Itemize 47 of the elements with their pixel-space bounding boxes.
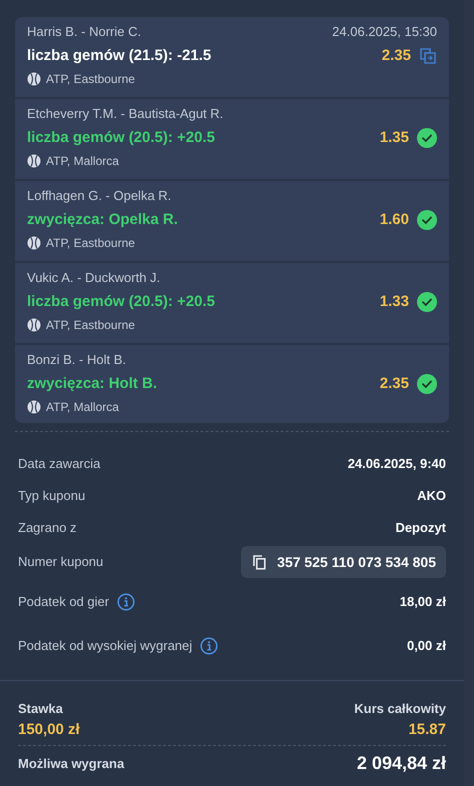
detail-label: Typ kuponu [18, 487, 86, 506]
match-name: Harris B. - Norrie C. [27, 24, 142, 40]
detail-value: 24.06.2025, 9:40 [348, 455, 446, 474]
detail-label: Podatek od wysokiej wygranej [18, 637, 192, 656]
bet-odds: 1.60 [380, 210, 409, 230]
bet-selection: liczba gemów (20.5): +20.5 [27, 292, 215, 312]
match-name: Loffhagen G. - Opelka R. [27, 188, 172, 204]
tennis-ball-icon [27, 72, 41, 86]
total-odds-label: Kurs całkowity [354, 700, 446, 718]
detail-value: 18,00 zł [400, 593, 446, 612]
bet-selection: zwycięzca: Holt B. [27, 374, 158, 394]
detail-label: Zagrano z [18, 519, 77, 538]
bet-odds: 2.35 [382, 46, 411, 66]
total-odds-value: 15.87 [408, 720, 446, 740]
possible-win-value: 2 094,84 zł [356, 752, 446, 775]
detail-value: Depozyt [395, 519, 446, 538]
match-name: Etcheverry T.M. - Bautista-Agut R. [27, 106, 224, 122]
copy-icon [251, 554, 268, 570]
possible-win-label: Możliwa wygrana [18, 754, 124, 773]
detail-label: Numer kuponu [18, 553, 104, 572]
bet-odds: 1.33 [380, 292, 409, 312]
league-name: ATP, Eastbourne [46, 71, 135, 87]
bet-selection: zwycięzca: Opelka R. [27, 210, 178, 230]
match-date: 24.06.2025, 15:30 [332, 24, 437, 40]
tennis-ball-icon [27, 236, 41, 250]
bet-odds: 2.35 [380, 374, 409, 394]
match-name: Bonzi B. - Holt B. [27, 352, 126, 368]
detail-value: AKO [417, 487, 446, 506]
league-name: ATP, Mallorca [46, 153, 119, 169]
bet-selection: liczba gemów (21.5): -21.5 [27, 46, 212, 66]
stake-value: 150,00 zł [18, 720, 80, 740]
info-icon[interactable] [200, 637, 218, 655]
detail-value: 0,00 zł [406, 637, 446, 656]
stake-label: Stawka [18, 700, 64, 718]
bet-selection: liczba gemów (20.5): +20.5 [27, 128, 215, 148]
bet-odds: 1.35 [380, 128, 409, 148]
league-name: ATP, Eastbourne [46, 317, 135, 333]
match-name: Vukic A. - Duckworth J. [27, 270, 160, 286]
info-icon[interactable] [117, 593, 136, 611]
tennis-ball-icon [27, 154, 41, 168]
detail-label: Podatek od gier [18, 593, 110, 612]
copy-number-button[interactable]: 357 525 110 073 534 805 [241, 546, 446, 578]
tennis-ball-icon [27, 318, 41, 332]
tennis-ball-icon [27, 400, 41, 414]
league-name: ATP, Eastbourne [46, 235, 135, 251]
detail-label: Data zawarcia [18, 455, 100, 474]
league-name: ATP, Mallorca [46, 399, 119, 415]
